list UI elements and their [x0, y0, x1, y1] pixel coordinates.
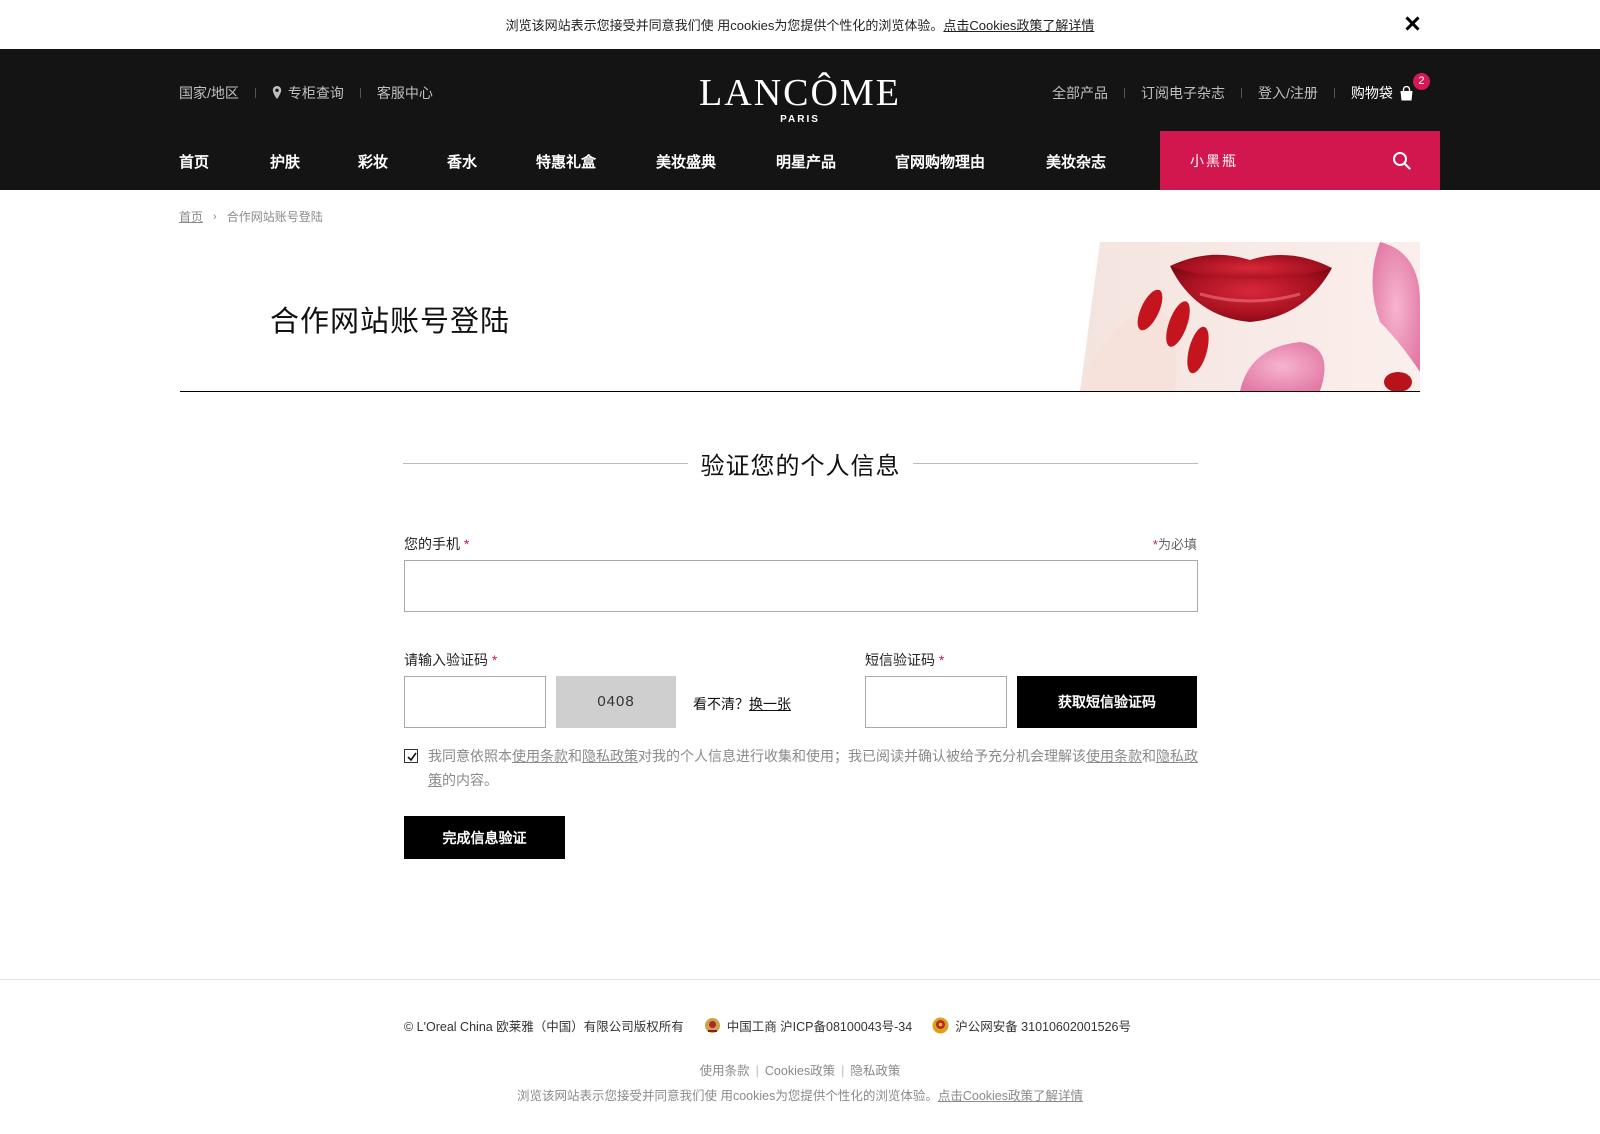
phone-input[interactable] — [405, 561, 1197, 611]
cookie-notice-text: 浏览该网站表示您接受并同意我们使 用cookies为您提供个性化的浏览体验。 — [505, 18, 944, 33]
footer-links: 使用条款 | Cookies政策 | 隐私政策 — [0, 1060, 1600, 1079]
required-mark: * — [491, 652, 498, 668]
privacy-link[interactable]: 隐私政策 — [582, 748, 638, 764]
copyright: © L'Oreal China 欧莱雅（中国）有限公司版权所有 — [404, 1020, 684, 1034]
search-box — [1160, 131, 1440, 190]
nav-item-fragrance[interactable]: 香水 — [447, 151, 477, 172]
section-title: 验证您的个人信息 — [700, 453, 901, 480]
captcha-image: 0408 — [556, 676, 676, 728]
breadcrumb: 首页 › 合作网站账号登陆 — [179, 208, 323, 225]
footer-cookie-link[interactable]: 点击Cookies政策了解详情 — [938, 1089, 1083, 1103]
page-banner: 合作网站账号登陆 — [180, 242, 1420, 392]
login-link[interactable]: 登入/注册 — [1258, 83, 1318, 103]
footer-divider — [0, 979, 1600, 980]
footer-cookies-link[interactable]: Cookies政策 — [765, 1064, 835, 1078]
captcha-label: 请输入验证码 * — [404, 650, 497, 670]
consent-t3: 的内容。 — [442, 772, 498, 788]
public-security-icon[interactable] — [932, 1017, 949, 1034]
captcha-field — [404, 676, 546, 728]
site-header: 国家/地区 专柜查询 客服中心 LANCÔME PARIS 全部产品 订阅电子杂… — [0, 49, 1600, 190]
required-note-text: 为必填 — [1157, 537, 1197, 552]
consent-text: 我同意依照本使用条款和隐私政策对我的个人信息进行收集和使用；我已阅读并确认被给予… — [428, 744, 1198, 792]
cart-label: 购物袋 — [1350, 85, 1393, 101]
icp-license[interactable]: 中国工商 沪ICP备08100043号-34 — [727, 1016, 913, 1035]
lips-banner-image — [1080, 242, 1420, 391]
captcha-refresh: 看不清？换一张 — [693, 694, 791, 714]
consent-checkbox[interactable] — [404, 749, 418, 763]
phone-label-text: 您的手机 — [404, 536, 460, 552]
police-record[interactable]: 沪公网安备 31010602001526号 — [955, 1016, 1131, 1035]
required-mark: * — [938, 652, 945, 668]
nav-item-beauty-event[interactable]: 美妆盛典 — [656, 151, 716, 172]
sms-code-field — [865, 676, 1007, 728]
nav-item-home[interactable]: 首页 — [179, 151, 209, 172]
footer-legal: © L'Oreal China 欧莱雅（中国）有限公司版权所有 中国工商 沪IC… — [404, 1016, 1131, 1035]
search-input[interactable] — [1160, 131, 1390, 190]
breadcrumb-current: 合作网站账号登陆 — [226, 210, 323, 224]
page-title: 合作网站账号登陆 — [270, 306, 511, 338]
section-heading: 验证您的个人信息 — [403, 446, 1198, 482]
nav-item-skincare[interactable]: 护肤 — [270, 151, 300, 172]
required-mark: * — [463, 536, 470, 552]
chevron-right-icon: › — [213, 210, 217, 223]
sms-label-text: 短信验证码 — [865, 652, 935, 668]
footer-terms-link[interactable]: 使用条款 — [700, 1064, 750, 1078]
divider: | — [755, 1064, 759, 1078]
nav-item-star-products[interactable]: 明星产品 — [776, 151, 836, 172]
consent-and: 和 — [1142, 748, 1156, 764]
nav-item-makeup[interactable]: 彩妆 — [358, 151, 388, 172]
business-license-icon[interactable] — [704, 1017, 721, 1034]
phone-field — [404, 560, 1198, 612]
divider: | — [841, 1064, 845, 1078]
required-note: *为必填 — [1000, 534, 1197, 553]
shopping-bag-icon — [1400, 85, 1413, 100]
logo-sub: PARIS — [780, 114, 820, 125]
cookie-notice: 浏览该网站表示您接受并同意我们使 用cookies为您提供个性化的浏览体验。点击… — [0, 15, 1600, 34]
captcha-label-text: 请输入验证码 — [404, 652, 488, 668]
utility-nav-right: 全部产品 订阅电子杂志 登入/注册 购物袋 2 — [1052, 73, 1430, 103]
footer-cookie-notice: 浏览该网站表示您接受并同意我们使 用cookies为您提供个性化的浏览体验。点击… — [0, 1085, 1600, 1104]
newsletter-link[interactable]: 订阅电子杂志 — [1141, 83, 1225, 103]
divider — [1241, 88, 1242, 98]
nav-item-magazine[interactable]: 美妆杂志 — [1046, 151, 1106, 172]
nav-item-why-buy[interactable]: 官网购物理由 — [895, 151, 985, 172]
close-icon[interactable] — [1402, 12, 1424, 34]
breadcrumb-home[interactable]: 首页 — [179, 208, 203, 225]
phone-label: 您的手机 * — [404, 534, 469, 554]
footer-cookie-text: 浏览该网站表示您接受并同意我们使 用cookies为您提供个性化的浏览体验。 — [516, 1089, 938, 1103]
checkmark-icon — [407, 752, 417, 762]
refresh-text: 看不清？ — [693, 696, 749, 712]
search-icon[interactable] — [1392, 151, 1411, 170]
divider — [1124, 88, 1125, 98]
footer-privacy-link[interactable]: 隐私政策 — [850, 1064, 900, 1078]
cart-button[interactable]: 购物袋 2 — [1350, 73, 1430, 103]
consent-and: 和 — [568, 748, 582, 764]
terms-link[interactable]: 使用条款 — [1086, 748, 1142, 764]
refresh-captcha-link[interactable]: 换一张 — [749, 696, 791, 712]
cookie-bar: 浏览该网站表示您接受并同意我们使 用cookies为您提供个性化的浏览体验。点击… — [0, 0, 1600, 49]
divider — [1333, 88, 1335, 98]
consent-t2: 对我的个人信息进行收集和使用；我已阅读并确认被给予充分机会理解该 — [638, 748, 1086, 764]
captcha-input[interactable] — [405, 677, 545, 727]
cookie-policy-link[interactable]: 点击Cookies政策了解详情 — [943, 18, 1094, 33]
sms-code-input[interactable] — [866, 677, 1006, 727]
cart-count-badge: 2 — [1412, 73, 1430, 90]
all-products-link[interactable]: 全部产品 — [1052, 83, 1108, 103]
consent-t1: 我同意依照本 — [428, 748, 512, 764]
get-sms-code-button[interactable]: 获取短信验证码 — [1017, 676, 1197, 728]
terms-link[interactable]: 使用条款 — [512, 748, 568, 764]
nav-item-gift-sets[interactable]: 特惠礼盒 — [536, 151, 596, 172]
submit-verification-button[interactable]: 完成信息验证 — [404, 816, 565, 859]
sms-label: 短信验证码 * — [865, 650, 944, 670]
